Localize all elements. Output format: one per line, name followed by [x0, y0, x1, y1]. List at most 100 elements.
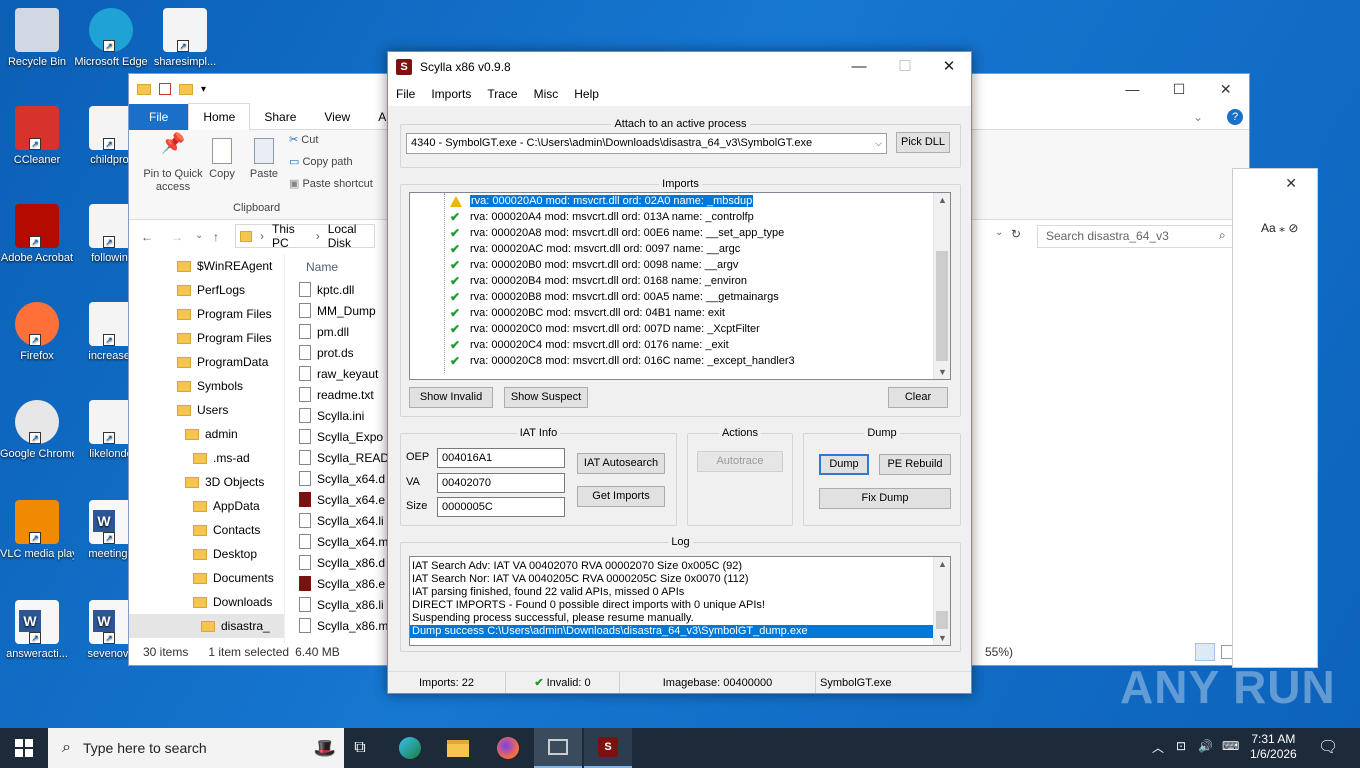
- log-box[interactable]: IAT Search Adv: IAT VA 00402070 RVA 0000…: [409, 556, 951, 646]
- dump-button[interactable]: Dump: [819, 454, 869, 475]
- address-dropdown-icon[interactable]: ⌄: [995, 227, 1009, 245]
- notifications-icon[interactable]: 🗨: [1318, 737, 1338, 757]
- recent-locations-icon[interactable]: ⌄: [195, 230, 203, 241]
- log-scrollbar[interactable]: ▲ ▼: [933, 557, 950, 645]
- nav-item[interactable]: Downloads: [129, 590, 284, 614]
- imports-scrollbar[interactable]: ▲ ▼: [933, 193, 950, 379]
- breadcrumb-this-pc[interactable]: This PC: [272, 222, 308, 250]
- desktop-icon[interactable]: ↗ Firefox: [0, 302, 74, 364]
- clock[interactable]: 7:31 AM 1/6/2026: [1250, 732, 1297, 762]
- tab-home[interactable]: Home: [188, 103, 251, 130]
- network-icon[interactable]: ⊡: [1176, 739, 1186, 753]
- fix-dump-button[interactable]: Fix Dump: [819, 488, 951, 509]
- start-button[interactable]: [0, 728, 48, 768]
- close-icon[interactable]: ✕: [1285, 175, 1297, 192]
- nav-item[interactable]: disastra_: [129, 614, 284, 638]
- details-view-icon[interactable]: [1195, 643, 1215, 661]
- file-row[interactable]: raw_keyaut: [299, 363, 399, 384]
- maximize-icon[interactable]: ☐: [882, 52, 928, 82]
- help-icon[interactable]: ?: [1227, 108, 1243, 125]
- desktop-icon[interactable]: ↗ Microsoft Edge: [74, 8, 148, 70]
- va-field[interactable]: 00402070: [437, 473, 565, 493]
- tab-file[interactable]: File: [129, 103, 189, 130]
- file-row[interactable]: Scylla_READ: [299, 447, 399, 468]
- expand-ribbon-icon[interactable]: ⌄: [1179, 104, 1217, 130]
- paste-shortcut-button[interactable]: ▣ Paste shortcut: [289, 178, 373, 191]
- menu-imports[interactable]: Imports: [423, 87, 479, 101]
- import-row[interactable]: ✔ rva: 000020C4 mod: msvcrt.dll ord: 0176…: [450, 337, 920, 353]
- desktop-icon[interactable]: ↗ VLC media player: [0, 500, 74, 562]
- nav-item[interactable]: ProgramData: [129, 350, 284, 374]
- size-field[interactable]: 0000005C: [437, 497, 565, 517]
- nav-item[interactable]: Symbols: [129, 374, 284, 398]
- refresh-icon[interactable]: ↻: [1011, 227, 1027, 245]
- desktop-icon[interactable]: ↗ sharesimpl...: [148, 8, 222, 70]
- import-row[interactable]: ✔ rva: 000020A8 mod: msvcrt.dll ord: 00E6…: [450, 225, 920, 241]
- minimize-icon[interactable]: —: [836, 52, 882, 82]
- maximize-icon[interactable]: ☐: [1156, 74, 1203, 104]
- menu-misc[interactable]: Misc: [526, 87, 567, 101]
- minimize-icon[interactable]: —: [1109, 74, 1156, 104]
- nav-item[interactable]: Program Files: [129, 326, 284, 350]
- nav-item[interactable]: Desktop: [129, 542, 284, 566]
- keyboard-icon[interactable]: ⌨: [1222, 739, 1239, 753]
- task-view-icon[interactable]: ⧉: [336, 728, 384, 768]
- file-row[interactable]: Scylla_x86.m: [299, 615, 399, 636]
- scroll-down-icon[interactable]: ▼: [934, 631, 950, 645]
- firefox-taskbar-icon[interactable]: [484, 728, 532, 768]
- autotrace-button[interactable]: Autotrace: [697, 451, 783, 472]
- nav-item[interactable]: Program Files: [129, 302, 284, 326]
- imports-tree[interactable]: rva: 000020A0 mod: msvcrt.dll ord: 02A0 …: [409, 192, 951, 380]
- paste-button[interactable]: Paste: [249, 138, 279, 181]
- pin-quick-access-button[interactable]: 📌 Pin to Quick access: [135, 134, 211, 194]
- scroll-up-icon[interactable]: ▲: [934, 193, 950, 207]
- pick-dll-button[interactable]: Pick DLL: [896, 132, 950, 153]
- file-row[interactable]: Scylla_x64.d: [299, 468, 399, 489]
- tab-share[interactable]: Share: [250, 104, 310, 130]
- show-invalid-button[interactable]: Show Invalid: [409, 387, 493, 408]
- network-app-taskbar-icon[interactable]: [534, 728, 582, 768]
- file-row[interactable]: Scylla_Expo: [299, 426, 399, 447]
- close-icon[interactable]: ✕: [1202, 74, 1249, 104]
- properties-icon[interactable]: [159, 83, 171, 95]
- desktop-icon[interactable]: W ↗ answeracti...: [0, 600, 74, 662]
- file-row[interactable]: Scylla_x64.m: [299, 531, 399, 552]
- clear-button[interactable]: Clear: [888, 387, 948, 408]
- desktop-icon[interactable]: ↗ Adobe Acrobat: [0, 204, 74, 266]
- scylla-taskbar-icon[interactable]: S: [584, 728, 632, 768]
- pe-rebuild-button[interactable]: PE Rebuild: [879, 454, 951, 475]
- nav-item[interactable]: 3D Objects: [129, 470, 284, 494]
- desktop-icon[interactable]: ↗ CCleaner: [0, 106, 74, 168]
- file-row[interactable]: Scylla_x64.e: [299, 489, 399, 510]
- copy-path-button[interactable]: ▭ Copy path: [289, 156, 353, 169]
- scroll-up-icon[interactable]: ▲: [934, 557, 950, 571]
- text-style-icon[interactable]: Aa ⁎ ⊘: [1261, 221, 1298, 235]
- file-row[interactable]: prot.ds: [299, 342, 399, 363]
- file-row[interactable]: Scylla_x86.e: [299, 573, 399, 594]
- get-imports-button[interactable]: Get Imports: [577, 486, 665, 507]
- folder-icon[interactable]: [137, 83, 151, 95]
- file-explorer-taskbar-icon[interactable]: [434, 728, 482, 768]
- import-row[interactable]: ✔ rva: 000020B4 mod: msvcrt.dll ord: 0168…: [450, 273, 920, 289]
- tab-view[interactable]: View: [310, 104, 364, 130]
- volume-icon[interactable]: 🔊: [1198, 739, 1213, 753]
- file-row[interactable]: kptc.dll: [299, 279, 399, 300]
- nav-item[interactable]: Documents: [129, 566, 284, 590]
- scroll-down-icon[interactable]: ▼: [934, 365, 950, 379]
- nav-item[interactable]: AppData: [129, 494, 284, 518]
- back-arrow-icon[interactable]: ←: [141, 230, 153, 244]
- desktop-icon[interactable]: ↗ Google Chrome: [0, 400, 74, 462]
- file-row[interactable]: readme.txt: [299, 384, 399, 405]
- file-row[interactable]: Scylla.ini: [299, 405, 399, 426]
- import-row[interactable]: ✔ rva: 000020BC mod: msvcrt.dll ord: 04B1…: [450, 305, 920, 321]
- import-row[interactable]: ✔ rva: 000020C8 mod: msvcrt.dll ord: 016C…: [450, 353, 920, 369]
- copy-button[interactable]: Copy: [207, 138, 237, 181]
- column-name[interactable]: Name: [306, 260, 338, 274]
- customize-toolbar-icon[interactable]: ▾: [201, 84, 206, 95]
- cut-button[interactable]: ✂ Cut: [289, 134, 318, 147]
- search-input[interactable]: Search disastra_64_v3: [1037, 225, 1237, 248]
- file-row[interactable]: MM_Dump: [299, 300, 399, 321]
- breadcrumb-local-disk[interactable]: Local Disk: [328, 222, 374, 250]
- import-row[interactable]: ✔ rva: 000020B0 mod: msvcrt.dll ord: 0098…: [450, 257, 920, 273]
- import-row[interactable]: rva: 000020A0 mod: msvcrt.dll ord: 02A0 …: [450, 193, 920, 209]
